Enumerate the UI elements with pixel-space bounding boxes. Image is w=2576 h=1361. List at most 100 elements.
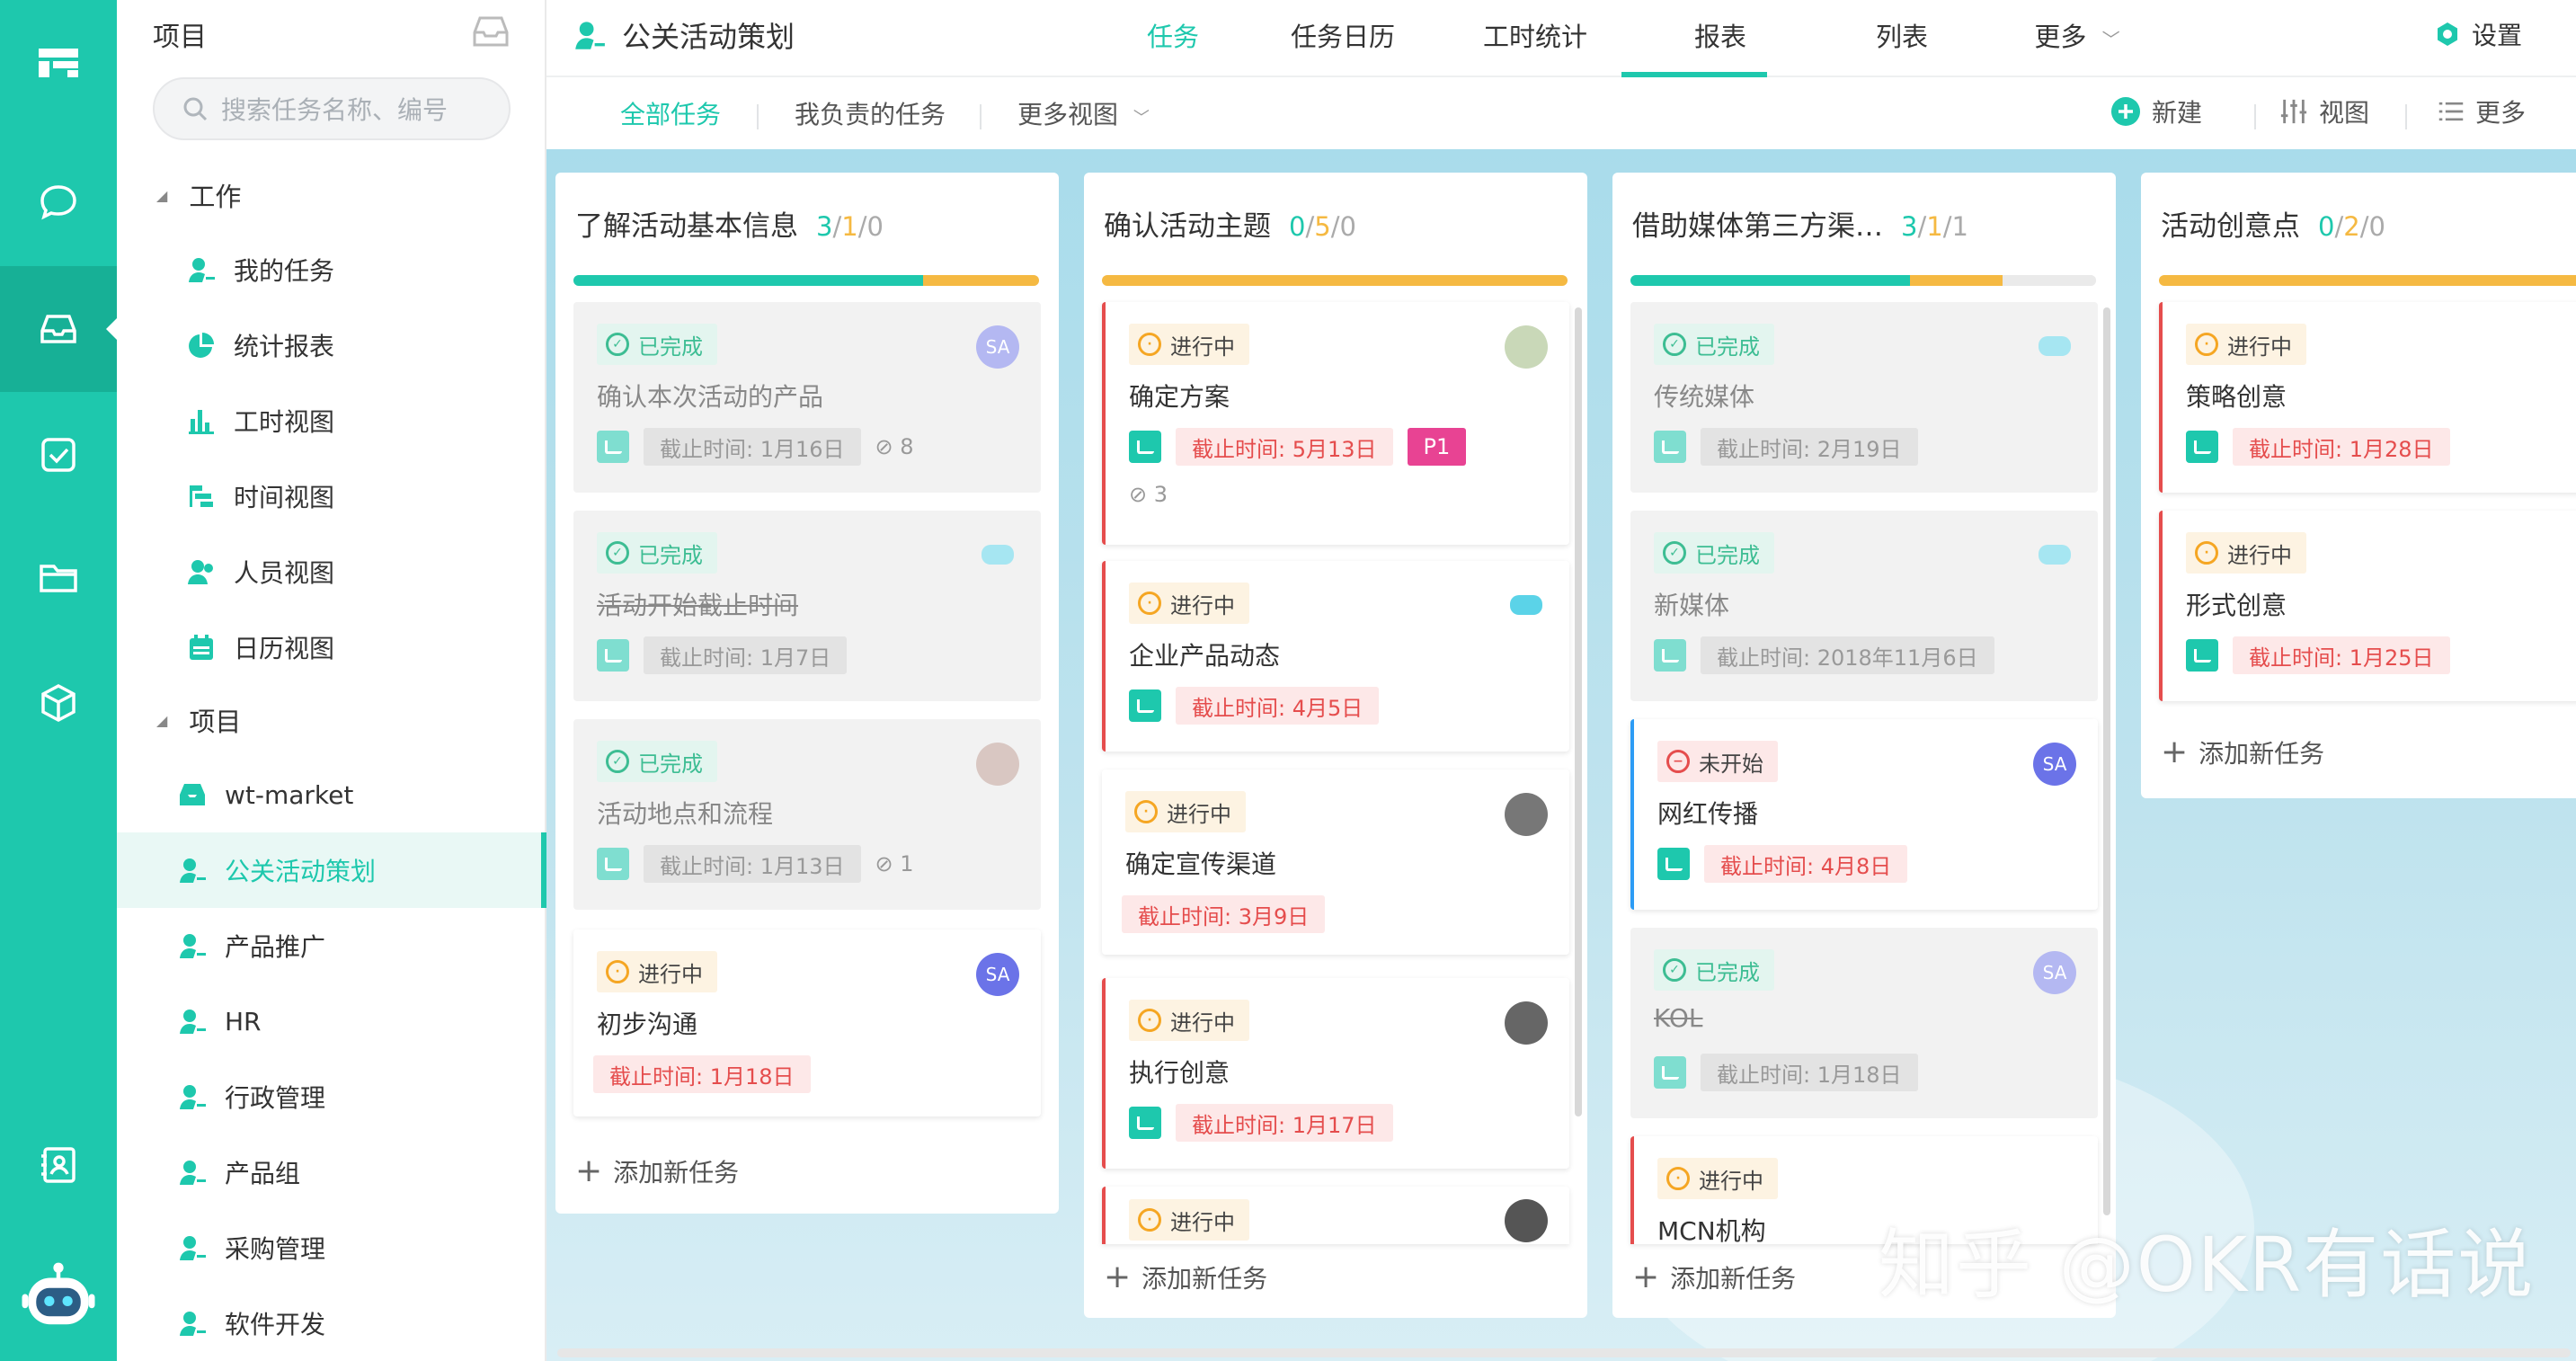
sidebar-item-admin[interactable]: 行政管理	[117, 1059, 546, 1134]
robot-assistant-icon[interactable]	[0, 1235, 117, 1361]
tab-more[interactable]: 更多 ﹀	[2028, 16, 2127, 54]
tab-worktime[interactable]: 工时统计	[1472, 16, 1598, 54]
sidebar-item-people[interactable]: 人员视图	[117, 534, 546, 609]
checkbox-icon[interactable]	[1129, 1107, 1161, 1139]
watermark: 知乎 @OKR有话说	[1879, 1221, 2536, 1309]
sidebar-item-my-tasks[interactable]: 我的任务	[117, 232, 546, 307]
status-badge: · 进行中	[597, 951, 717, 992]
sidebar-item-wt-market[interactable]: wt-market	[117, 757, 546, 832]
tab-list[interactable]: 列表	[1857, 16, 1947, 54]
checkbox-icon[interactable]	[597, 639, 629, 672]
column-scrollbar[interactable]	[1575, 307, 1582, 1116]
checkbox-icon[interactable]	[1654, 431, 1686, 463]
tab-tasks[interactable]: 任务	[1124, 16, 1222, 54]
contacts-icon[interactable]	[0, 1102, 117, 1228]
search-placeholder: 搜索任务名称、编号	[221, 95, 449, 125]
task-card[interactable]: · 进行中 执行创意 截止时间: 1月17日	[1102, 978, 1569, 1169]
sidebar-item-stats[interactable]: 统计报表	[117, 307, 546, 383]
sidebar-title: 项目	[153, 22, 207, 53]
folder-icon[interactable]	[0, 514, 117, 640]
checkbox-icon[interactable]	[1129, 689, 1161, 722]
avatar[interactable]: SA	[976, 325, 1019, 369]
checkbox-icon[interactable]	[1657, 848, 1690, 880]
sidebar-item-product-promo[interactable]: 产品推广	[117, 908, 546, 983]
add-task-button[interactable]: + 添加新任务	[575, 1152, 739, 1189]
sidebar-item-product-group[interactable]: 产品组	[117, 1134, 546, 1210]
task-card[interactable]: ✓ 已完成 活动开始截止时间 截止时间: 1月7日	[573, 511, 1041, 701]
avatar[interactable]: SA	[2033, 951, 2076, 994]
column-scrollbar[interactable]	[2103, 307, 2110, 1215]
task-card[interactable]: · 进行中 SA 初步沟通 截止时间: 1月18日	[573, 930, 1041, 1116]
status-badge: · 进行中	[1129, 583, 1249, 624]
avatar[interactable]	[1505, 325, 1548, 369]
tab-reports[interactable]: 报表	[1675, 16, 1765, 54]
inbox-icon[interactable]	[471, 14, 511, 49]
board-horizontal-scrollbar[interactable]	[557, 1348, 2571, 1357]
task-card[interactable]: − 未开始 SA 网红传播 截止时间: 4月8日	[1630, 719, 2098, 910]
view-more-views[interactable]: 更多视图 ﹀	[1017, 95, 1150, 131]
view-my-tasks[interactable]: 我负责的任务	[795, 95, 946, 131]
sidebar-item-worktime[interactable]: 工时视图	[117, 383, 546, 458]
avatar[interactable]: SA	[2033, 743, 2076, 786]
robot-avatar[interactable]	[982, 545, 1014, 565]
task-card[interactable]: ✓ 已完成 SA 确认本次活动的产品 截止时间: 1月16日 ⊘ 8	[573, 302, 1041, 493]
section-work[interactable]: ◢ 工作	[156, 176, 241, 214]
clock-icon: ·	[1138, 333, 1161, 356]
more-button[interactable]: 更多	[2438, 93, 2526, 129]
logo-icon[interactable]	[0, 0, 117, 126]
sidebar-item-pr-event[interactable]: 公关活动策划	[117, 832, 546, 908]
task-card[interactable]: · 进行中 确定宣传渠道 截止时间: 3月9日	[1102, 769, 1569, 955]
checkbox-icon[interactable]	[1129, 431, 1161, 463]
avatar[interactable]: SA	[976, 953, 1019, 996]
task-meta: 截止时间: 1月13日 ⊘ 1	[597, 845, 914, 883]
checkbox-icon[interactable]	[1654, 639, 1686, 672]
avatar[interactable]	[1505, 1199, 1548, 1242]
search-input[interactable]: 搜索任务名称、编号	[153, 77, 511, 140]
section-projects[interactable]: ◢ 项目	[156, 701, 241, 739]
task-card[interactable]: · 进行中 策略创意 截止时间: 1月28日	[2159, 302, 2576, 493]
task-card[interactable]: ✓ 已完成 SA KOL 截止时间: 1月18日	[1630, 928, 2098, 1118]
avatar[interactable]	[1505, 1001, 1548, 1045]
progress-ongoing	[2159, 275, 2576, 286]
task-check-icon[interactable]	[0, 392, 117, 518]
sidebar-item-purchasing[interactable]: 采购管理	[117, 1210, 546, 1285]
task-card[interactable]: ✓ 已完成 活动地点和流程 截止时间: 1月13日 ⊘ 1	[573, 719, 1041, 910]
add-task-button[interactable]: + 添加新任务	[1632, 1259, 1796, 1295]
task-card[interactable]: · 进行中 确定方案 截止时间: 5月13日 P1 ⊘ 3	[1102, 302, 1569, 545]
task-title: KOL	[1654, 1003, 1703, 1033]
new-button[interactable]: 新建	[2110, 93, 2202, 129]
task-card[interactable]: ✓ 已完成 传统媒体 截止时间: 2月19日	[1630, 302, 2098, 493]
task-card[interactable]: · 进行中 形式创意 截止时间: 1月25日	[2159, 511, 2576, 701]
tab-task-calendar[interactable]: 任务日历	[1280, 16, 1406, 54]
sidebar-item-timeline[interactable]: 时间视图	[117, 458, 546, 534]
task-card[interactable]: · 进行中	[1102, 1187, 1569, 1244]
task-card[interactable]: · 进行中 企业产品动态 截止时间: 4月5日	[1102, 561, 1569, 752]
task-card[interactable]: ✓ 已完成 新媒体 截止时间: 2018年11月6日	[1630, 511, 2098, 701]
add-task-button[interactable]: + 添加新任务	[2161, 734, 2324, 770]
checkbox-icon[interactable]	[2186, 431, 2218, 463]
projects-icon[interactable]	[0, 266, 117, 392]
view-all-tasks[interactable]: 全部任务	[620, 95, 721, 131]
sidebar-item-calendar[interactable]: 日历视图	[117, 609, 546, 685]
project-user-icon	[176, 1307, 209, 1339]
robot-avatar[interactable]	[1510, 595, 1542, 615]
checkbox-icon[interactable]	[597, 848, 629, 880]
avatar[interactable]	[1505, 793, 1548, 836]
task-meta: 截止时间: 4月5日	[1129, 687, 1380, 725]
add-task-button[interactable]: + 添加新任务	[1104, 1259, 1267, 1295]
check-circle-icon: ✓	[1663, 958, 1686, 982]
sidebar-item-software[interactable]: 软件开发	[117, 1285, 546, 1361]
robot-avatar[interactable]	[2039, 336, 2071, 356]
robot-avatar[interactable]	[2039, 545, 2071, 565]
avatar[interactable]	[976, 743, 1019, 786]
status-badge: ✓ 已完成	[1654, 532, 1774, 574]
sidebar-item-hr[interactable]: HR	[117, 983, 546, 1059]
progress-done	[573, 275, 923, 286]
settings-button[interactable]: 设置	[2434, 16, 2522, 52]
checkbox-icon[interactable]	[2186, 639, 2218, 672]
view-button[interactable]: 视图	[2279, 93, 2369, 129]
checkbox-icon[interactable]	[1654, 1056, 1686, 1089]
checkbox-icon[interactable]	[597, 431, 629, 463]
chat-icon[interactable]	[0, 139, 117, 265]
cube-icon[interactable]	[0, 640, 117, 766]
